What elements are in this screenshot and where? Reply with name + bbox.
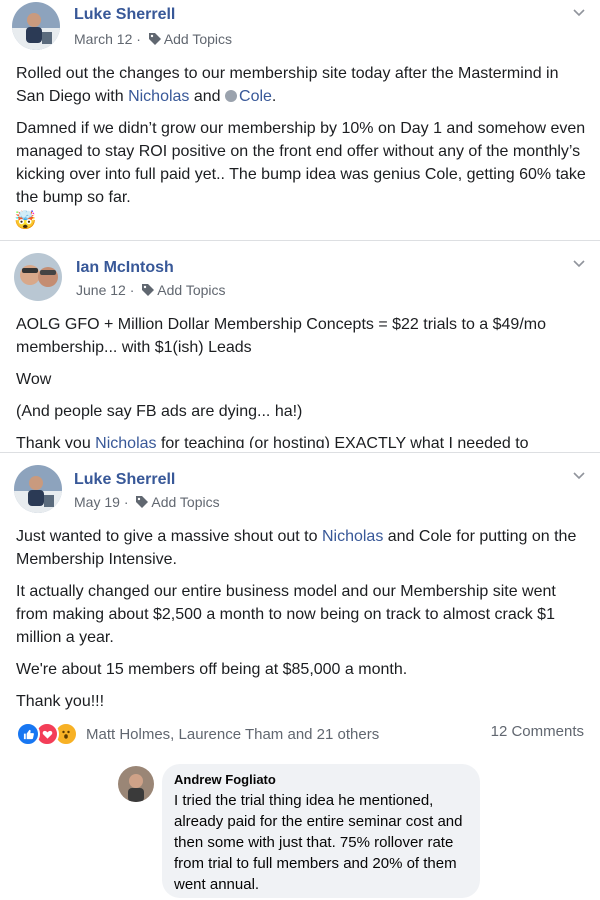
avatar[interactable] bbox=[14, 253, 62, 301]
post-paragraph: Thank you Nicholas for teaching (or host… bbox=[16, 432, 586, 448]
mention-link[interactable]: Nicholas bbox=[95, 435, 156, 448]
post-paragraph: AOLG GFO + Million Dollar Membership Con… bbox=[16, 316, 546, 356]
post-1: Luke Sherrell March 12 · Add Topics Roll… bbox=[0, 0, 600, 236]
post-body: Rolled out the changes to our membership… bbox=[16, 62, 586, 218]
post-paragraph: Damned if we didn’t grow our membership … bbox=[16, 120, 586, 206]
mention-link[interactable]: Nicholas bbox=[128, 88, 189, 105]
verified-icon bbox=[225, 90, 238, 102]
comment-author[interactable]: Andrew Fogliato bbox=[174, 772, 468, 787]
post-body: Just wanted to give a massive shout out … bbox=[16, 525, 586, 722]
comment-text: I tried the trial thing idea he mentione… bbox=[174, 792, 463, 893]
post-paragraph: (And people say FB ads are dying... ha!) bbox=[16, 403, 303, 420]
text: Rolled out the changes to our membership… bbox=[16, 65, 559, 105]
comments-count-link[interactable]: 12 Comments bbox=[491, 723, 584, 740]
separator: · bbox=[136, 31, 141, 47]
avatar[interactable] bbox=[118, 766, 154, 802]
chevron-down-icon[interactable] bbox=[572, 257, 586, 271]
post-paragraph: Wow bbox=[16, 371, 52, 388]
avatar-photo bbox=[118, 766, 154, 802]
tag-icon bbox=[135, 495, 149, 512]
text: Just wanted to give a massive shout out … bbox=[16, 528, 322, 545]
comment-bubble: Andrew Fogliato I tried the trial thing … bbox=[162, 764, 480, 898]
post-date[interactable]: May 19 bbox=[74, 494, 120, 510]
post-2: Ian McIntosh June 12 · Add Topics AOLG G… bbox=[0, 240, 600, 448]
post-paragraph: Rolled out the changes to our membership… bbox=[16, 62, 586, 108]
post-paragraph: Thank you!!! bbox=[16, 693, 105, 710]
tag-icon bbox=[148, 32, 162, 49]
post-author[interactable]: Luke Sherrell bbox=[74, 6, 175, 24]
text: . bbox=[271, 88, 277, 105]
text: for teaching (or hosting) EXACTLY what I… bbox=[156, 435, 529, 448]
post-author[interactable]: Luke Sherrell bbox=[74, 471, 175, 489]
text: and bbox=[189, 88, 226, 105]
mention-link[interactable]: Nicholas bbox=[322, 528, 383, 545]
avatar[interactable] bbox=[14, 465, 62, 513]
exploding-head-emoji: 🤯 bbox=[14, 210, 37, 230]
chevron-down-icon[interactable] bbox=[572, 6, 586, 20]
post-body: AOLG GFO + Million Dollar Membership Con… bbox=[16, 313, 586, 448]
separator: · bbox=[123, 494, 129, 510]
post-author[interactable]: Ian McIntosh bbox=[76, 259, 174, 277]
post-meta: May 19 · Add Topics bbox=[74, 494, 220, 512]
add-topics-link[interactable]: Add Topics bbox=[157, 282, 225, 298]
avatar[interactable] bbox=[12, 2, 60, 50]
reactions-bar[interactable]: Matt Holmes, Laurence Tham and 21 others bbox=[16, 722, 379, 746]
post-date[interactable]: March 12 bbox=[74, 31, 132, 47]
post-paragraph: It actually changed our entire business … bbox=[16, 583, 556, 646]
separator: · bbox=[129, 282, 135, 298]
avatar-photo bbox=[14, 253, 62, 301]
mention-text: Cole bbox=[239, 88, 272, 105]
mention-link[interactable]: Cole bbox=[225, 88, 272, 105]
avatar-photo bbox=[14, 465, 62, 513]
chevron-down-icon[interactable] bbox=[572, 469, 586, 483]
post-date[interactable]: June 12 bbox=[76, 282, 126, 298]
post-paragraph: Just wanted to give a massive shout out … bbox=[16, 525, 586, 571]
post-meta: March 12 · Add Topics bbox=[74, 31, 232, 49]
post-meta: June 12 · Add Topics bbox=[76, 282, 226, 300]
add-topics-link[interactable]: Add Topics bbox=[164, 31, 232, 47]
add-topics-link[interactable]: Add Topics bbox=[151, 494, 219, 510]
like-reaction-icon bbox=[16, 722, 40, 746]
tag-icon bbox=[141, 283, 155, 300]
reactions-names[interactable]: Matt Holmes, Laurence Tham and 21 others bbox=[86, 726, 379, 743]
avatar-photo bbox=[12, 2, 60, 50]
post-3: Luke Sherrell May 19 · Add Topics Just w… bbox=[0, 452, 600, 750]
post-paragraph: We're about 15 members off being at $85,… bbox=[16, 661, 408, 678]
text: Thank you bbox=[16, 435, 96, 448]
